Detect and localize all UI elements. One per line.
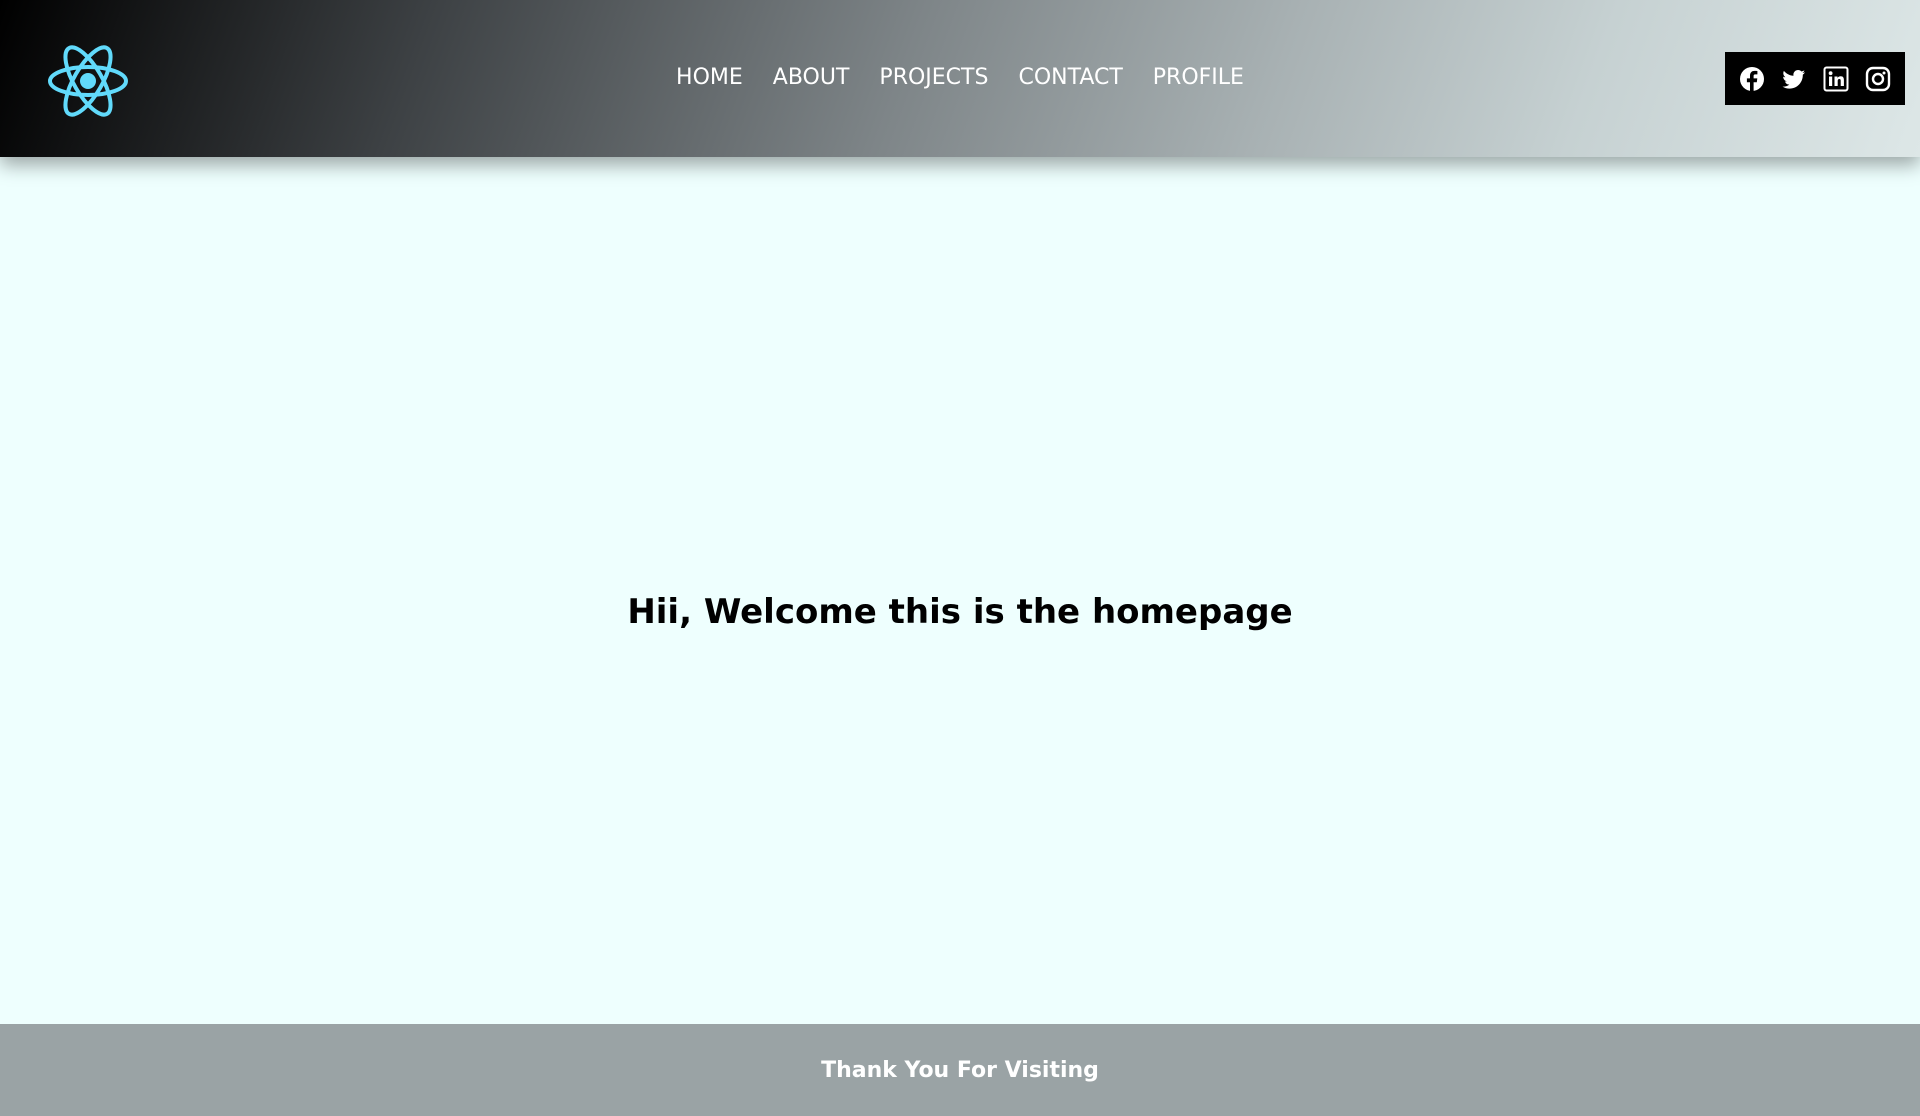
nav-link-profile[interactable]: PROFILE [1153,65,1244,90]
nav-link-projects[interactable]: PROJECTS [879,65,988,90]
nav-link-contact[interactable]: CONTACT [1018,65,1122,90]
footer: Thank You For Visiting [0,1024,1920,1116]
instagram-icon[interactable] [1865,66,1891,92]
facebook-icon[interactable] [1739,66,1765,92]
footer-text: Thank You For Visiting [821,1057,1099,1083]
linkedin-icon[interactable] [1823,66,1849,92]
nav-link-about[interactable]: ABOUT [773,65,850,90]
social-links [1725,52,1905,105]
twitter-icon[interactable] [1781,66,1807,92]
navbar: HOME ABOUT PROJECTS CONTACT PROFILE [0,0,1920,157]
main-content: Hii, Welcome this is the homepage [0,157,1920,1024]
welcome-heading: Hii, Welcome this is the homepage [627,591,1293,632]
react-atom-icon[interactable] [47,36,129,126]
nav-link-home[interactable]: HOME [676,65,743,90]
main-nav: HOME ABOUT PROJECTS CONTACT PROFILE [0,0,1920,157]
